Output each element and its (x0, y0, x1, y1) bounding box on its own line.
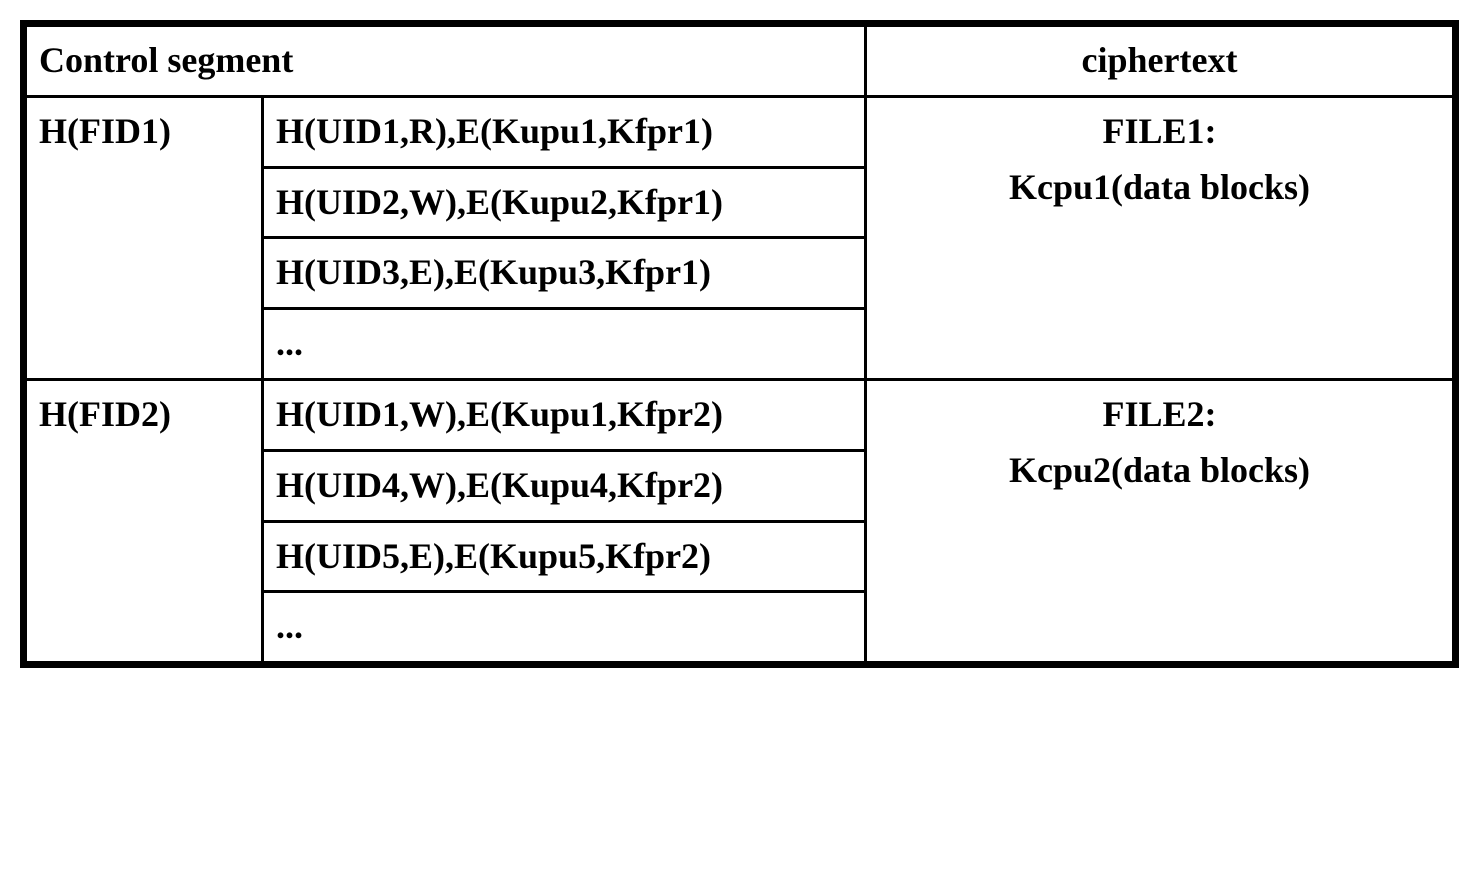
header-ciphertext: ciphertext (866, 26, 1454, 97)
cipher-file: FILE2: (1102, 394, 1216, 434)
table-row: H(FID2) H(UID1,W),E(Kupu1,Kfpr2) H(UID4,… (26, 379, 1454, 662)
entries-cell: H(UID1,W),E(Kupu1,Kfpr2) H(UID4,W),E(Kup… (263, 379, 866, 662)
encryption-table: Control segment ciphertext H(FID1) H(UID… (20, 20, 1459, 668)
cipher-cell: FILE2: Kcpu2(data blocks) (866, 379, 1454, 662)
cipher-data: Kcpu2(data blocks) (1009, 450, 1310, 490)
entry-cell: H(UID3,E),E(Kupu3,Kfpr1) (264, 238, 864, 309)
entry-cell: H(UID4,W),E(Kupu4,Kfpr2) (264, 450, 864, 521)
entry-cell: H(UID1,R),E(Kupu1,Kfpr1) (264, 98, 864, 167)
entry-cell: H(UID1,W),E(Kupu1,Kfpr2) (264, 381, 864, 450)
cipher-data: Kcpu1(data blocks) (1009, 167, 1310, 207)
entries-inner-table: H(UID1,R),E(Kupu1,Kfpr1) H(UID2,W),E(Kup… (264, 98, 864, 378)
header-control-segment: Control segment (26, 26, 866, 97)
main-table: Control segment ciphertext H(FID1) H(UID… (24, 24, 1455, 664)
entry-cell: ... (264, 592, 864, 661)
cipher-file: FILE1: (1102, 111, 1216, 151)
fid-cell: H(FID1) (26, 96, 263, 379)
entry-cell: H(UID5,E),E(Kupu5,Kfpr2) (264, 521, 864, 592)
entry-cell: H(UID2,W),E(Kupu2,Kfpr1) (264, 167, 864, 238)
fid-cell: H(FID2) (26, 379, 263, 662)
header-row: Control segment ciphertext (26, 26, 1454, 97)
cipher-cell: FILE1: Kcpu1(data blocks) (866, 96, 1454, 379)
entry-cell: ... (264, 309, 864, 378)
table-row: H(FID1) H(UID1,R),E(Kupu1,Kfpr1) H(UID2,… (26, 96, 1454, 379)
entries-cell: H(UID1,R),E(Kupu1,Kfpr1) H(UID2,W),E(Kup… (263, 96, 866, 379)
entries-inner-table: H(UID1,W),E(Kupu1,Kfpr2) H(UID4,W),E(Kup… (264, 381, 864, 661)
